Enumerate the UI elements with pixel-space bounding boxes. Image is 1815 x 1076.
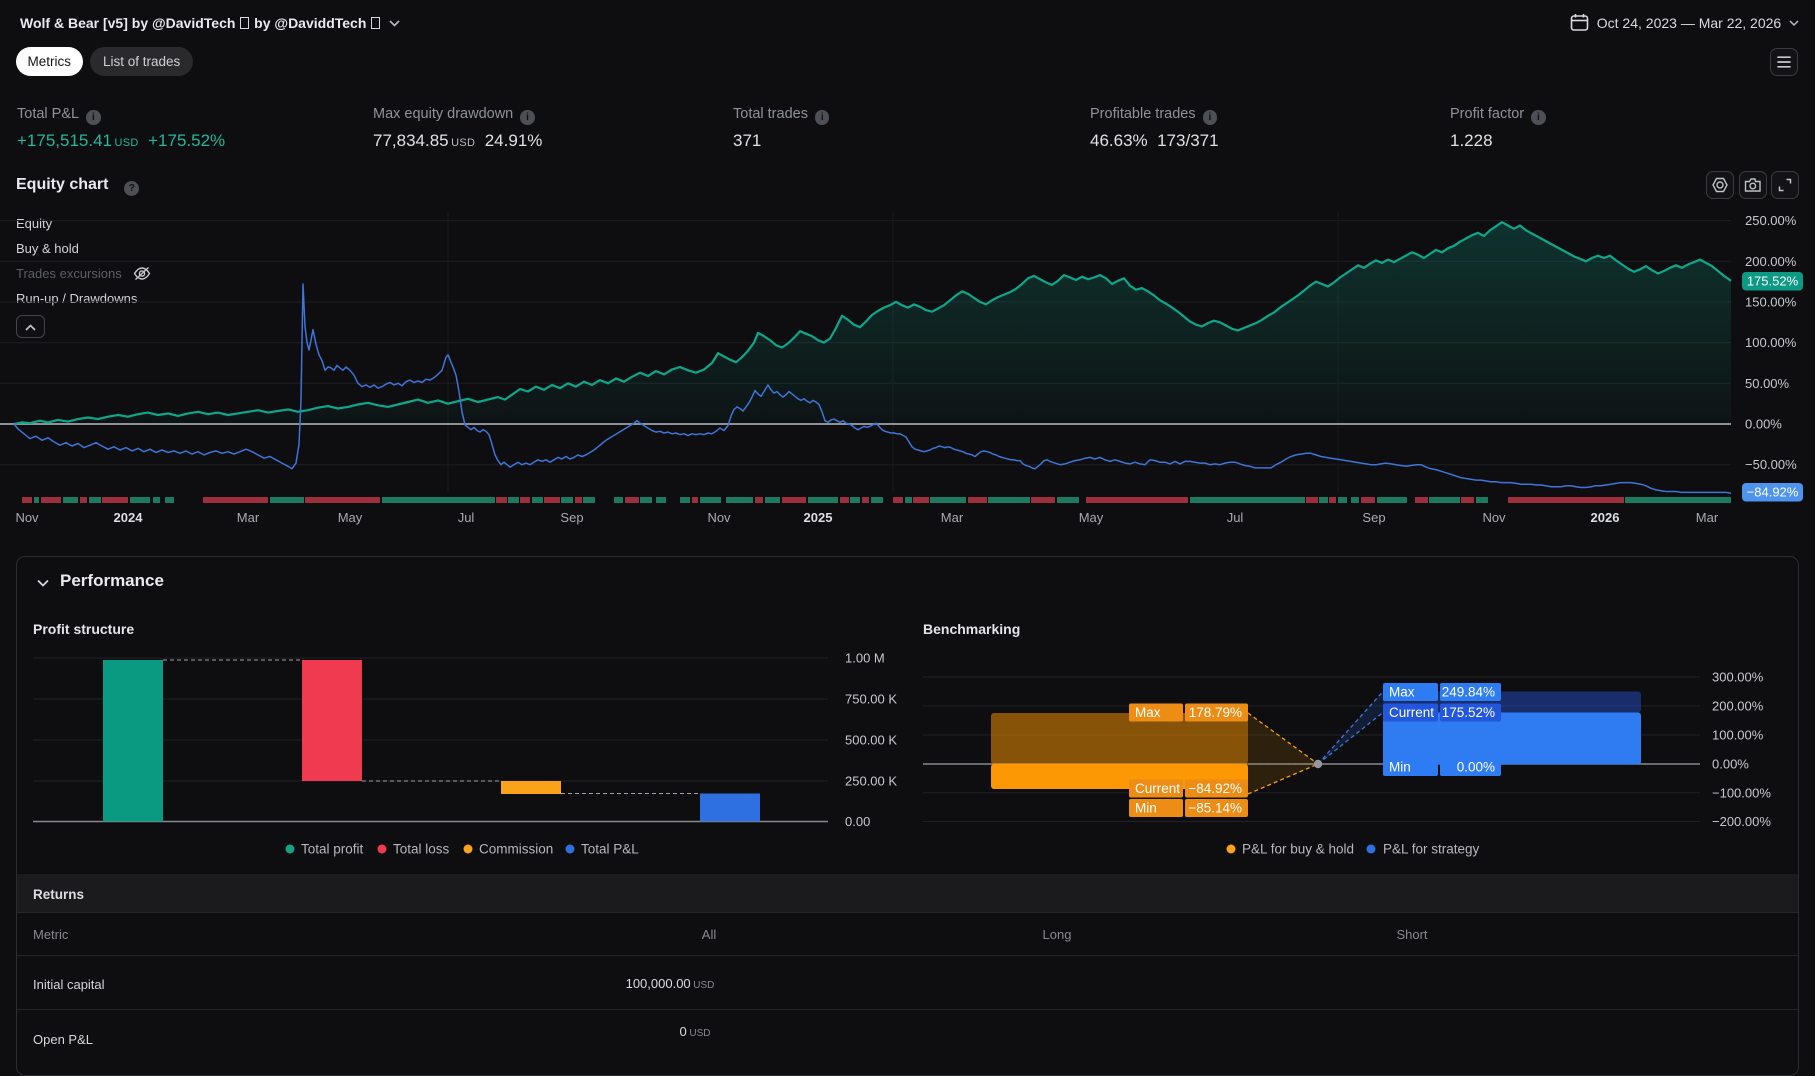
svg-text:−84.92%: −84.92% [1188, 781, 1242, 796]
svg-text:Min: Min [1135, 801, 1157, 816]
svg-text:300.00%: 300.00% [1712, 670, 1764, 685]
svg-text:0.00%: 0.00% [1457, 760, 1495, 775]
svg-text:175.52%: 175.52% [1442, 705, 1495, 720]
svg-text:−100.00%: −100.00% [1712, 785, 1771, 800]
svg-text:Max: Max [1135, 705, 1161, 720]
svg-text:Min: Min [1389, 760, 1411, 775]
svg-text:0.00%: 0.00% [1712, 757, 1749, 772]
svg-text:178.79%: 178.79% [1189, 705, 1242, 720]
svg-text:P&L for strategy: P&L for strategy [1383, 842, 1480, 857]
svg-text:Current: Current [1135, 781, 1180, 796]
svg-text:100.00%: 100.00% [1712, 728, 1764, 743]
svg-text:Max: Max [1389, 685, 1415, 700]
svg-text:−200.00%: −200.00% [1712, 814, 1771, 829]
svg-text:Current: Current [1389, 705, 1434, 720]
svg-text:200.00%: 200.00% [1712, 699, 1764, 714]
svg-text:249.84%: 249.84% [1442, 685, 1495, 700]
svg-text:−85.14%: −85.14% [1188, 801, 1242, 816]
svg-text:P&L for buy & hold: P&L for buy & hold [1242, 842, 1354, 857]
